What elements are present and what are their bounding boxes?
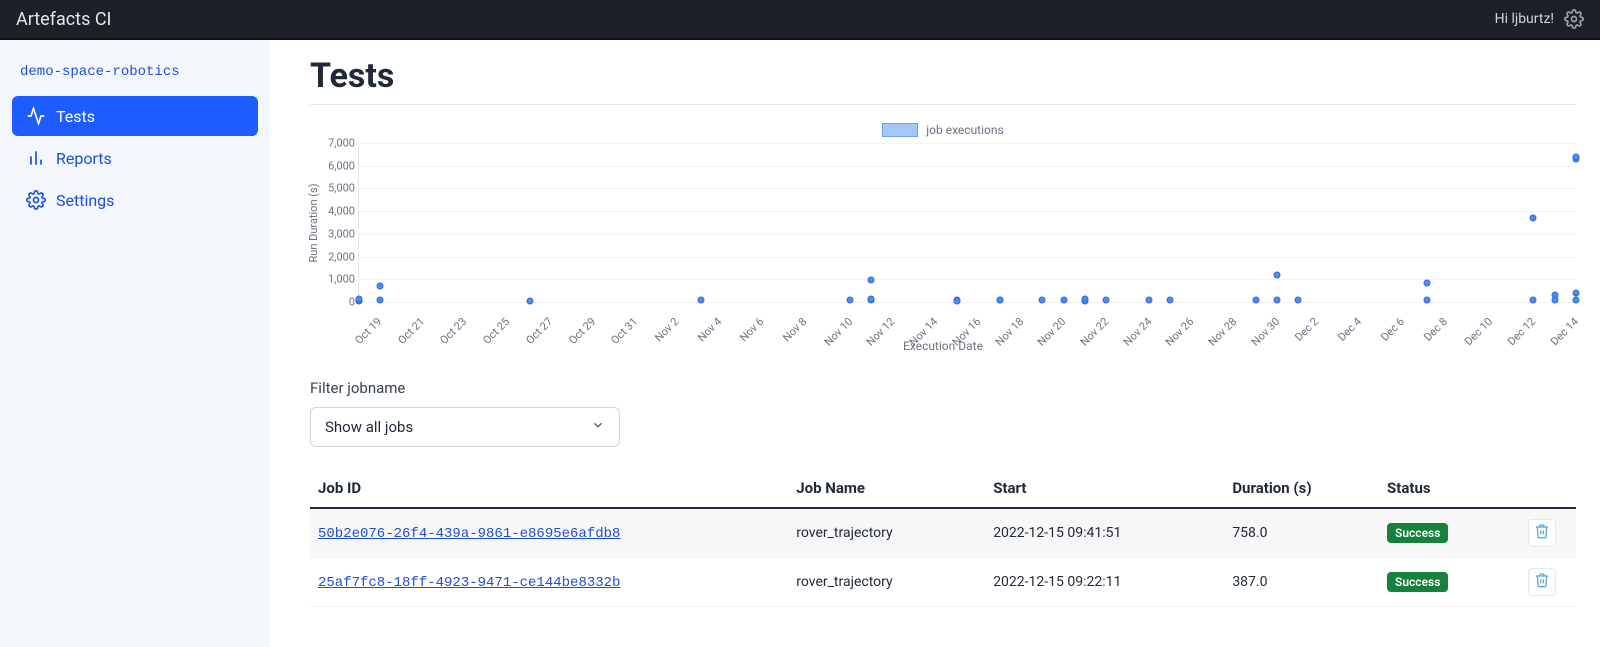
chart-point[interactable] xyxy=(1167,296,1174,303)
chart-point[interactable] xyxy=(1145,297,1152,304)
y-tick: 7,000 xyxy=(313,137,355,150)
y-tick: 1,000 xyxy=(313,273,355,286)
status-badge: Success xyxy=(1387,572,1448,592)
job-id-link[interactable]: 50b2e076-26f4-439a-9861-e8695e6afdb8 xyxy=(318,526,620,542)
chart-point[interactable] xyxy=(1274,271,1281,278)
chart-point[interactable] xyxy=(847,296,854,303)
chart-point[interactable] xyxy=(953,297,960,304)
chart-point[interactable] xyxy=(1573,153,1580,160)
sidebar-item-label: Tests xyxy=(56,107,95,126)
chart-point[interactable] xyxy=(1081,296,1088,303)
sidebar-item-label: Settings xyxy=(56,191,114,210)
sidebar-item-settings[interactable]: Settings xyxy=(12,180,258,220)
legend-swatch xyxy=(882,123,918,137)
filter-selected-value: Show all jobs xyxy=(325,418,413,436)
chart-point[interactable] xyxy=(1423,296,1430,303)
chart-point[interactable] xyxy=(526,297,533,304)
chart-point[interactable] xyxy=(996,297,1003,304)
table-row: 25af7fc8-18ff-4923-9471-ce144be8332b rove… xyxy=(310,558,1576,607)
y-tick: 0 xyxy=(313,296,355,309)
chart-point[interactable] xyxy=(1573,296,1580,303)
user-greeting: Hi ljburtz! xyxy=(1495,11,1554,27)
bar-chart-icon xyxy=(26,148,46,168)
chart-point[interactable] xyxy=(868,296,875,303)
gear-icon xyxy=(26,190,46,210)
y-tick: 6,000 xyxy=(313,159,355,172)
job-name-cell: rover_trajectory xyxy=(788,558,985,607)
chart-point[interactable] xyxy=(377,283,384,290)
status-badge: Success xyxy=(1387,523,1448,543)
chart-point[interactable] xyxy=(356,296,363,303)
chart-point[interactable] xyxy=(1295,297,1302,304)
chart-point[interactable] xyxy=(377,297,384,304)
job-name-cell: rover_trajectory xyxy=(788,508,985,558)
chart-point[interactable] xyxy=(1530,297,1537,304)
chart-point[interactable] xyxy=(1423,279,1430,286)
chart-point[interactable] xyxy=(697,297,704,304)
job-start-cell: 2022-12-15 09:22:11 xyxy=(985,558,1224,607)
column-header: Job ID xyxy=(310,469,788,508)
job-start-cell: 2022-12-15 09:41:51 xyxy=(985,508,1224,558)
activity-icon xyxy=(26,106,46,126)
settings-gear-icon[interactable] xyxy=(1564,9,1584,29)
job-id-link[interactable]: 25af7fc8-18ff-4923-9471-ce144be8332b xyxy=(318,575,620,591)
chart-point[interactable] xyxy=(1103,296,1110,303)
column-header: Duration (s) xyxy=(1224,469,1379,508)
jobs-table: Job IDJob NameStartDuration (s)Status 50… xyxy=(310,469,1576,607)
chart-point[interactable] xyxy=(1573,289,1580,296)
column-header xyxy=(1520,469,1576,508)
sidebar-item-reports[interactable]: Reports xyxy=(12,138,258,178)
filter-label: Filter jobname xyxy=(310,379,1576,397)
column-header: Status xyxy=(1379,469,1520,508)
chart-point[interactable] xyxy=(868,277,875,284)
column-header: Job Name xyxy=(788,469,985,508)
delete-button[interactable] xyxy=(1528,519,1556,547)
trash-icon xyxy=(1534,523,1550,543)
chart-point[interactable] xyxy=(1252,296,1259,303)
y-tick: 4,000 xyxy=(313,205,355,218)
delete-button[interactable] xyxy=(1528,568,1556,596)
project-link[interactable]: demo-space-robotics xyxy=(8,58,262,94)
executions-chart: job executions Run Duration (s) 01,0002,… xyxy=(310,123,1576,353)
table-row: 50b2e076-26f4-439a-9861-e8695e6afdb8 rove… xyxy=(310,508,1576,558)
chart-point[interactable] xyxy=(1530,214,1537,221)
page-title: Tests xyxy=(310,56,1576,96)
column-header: Start xyxy=(985,469,1224,508)
chart-point[interactable] xyxy=(1551,292,1558,299)
y-tick: 3,000 xyxy=(313,227,355,240)
job-duration-cell: 758.0 xyxy=(1224,508,1379,558)
legend-label: job executions xyxy=(926,123,1003,137)
trash-icon xyxy=(1534,572,1550,592)
chart-point[interactable] xyxy=(1039,297,1046,304)
sidebar-item-tests[interactable]: Tests xyxy=(12,96,258,136)
job-duration-cell: 387.0 xyxy=(1224,558,1379,607)
brand-title[interactable]: Artefacts CI xyxy=(16,9,111,30)
filter-select[interactable]: Show all jobs xyxy=(310,407,620,447)
sidebar-item-label: Reports xyxy=(56,149,112,168)
chart-point[interactable] xyxy=(1060,296,1067,303)
divider xyxy=(310,104,1576,105)
chart-point[interactable] xyxy=(1274,296,1281,303)
y-tick: 2,000 xyxy=(313,250,355,263)
chevron-down-icon xyxy=(591,418,605,436)
y-tick: 5,000 xyxy=(313,182,355,195)
